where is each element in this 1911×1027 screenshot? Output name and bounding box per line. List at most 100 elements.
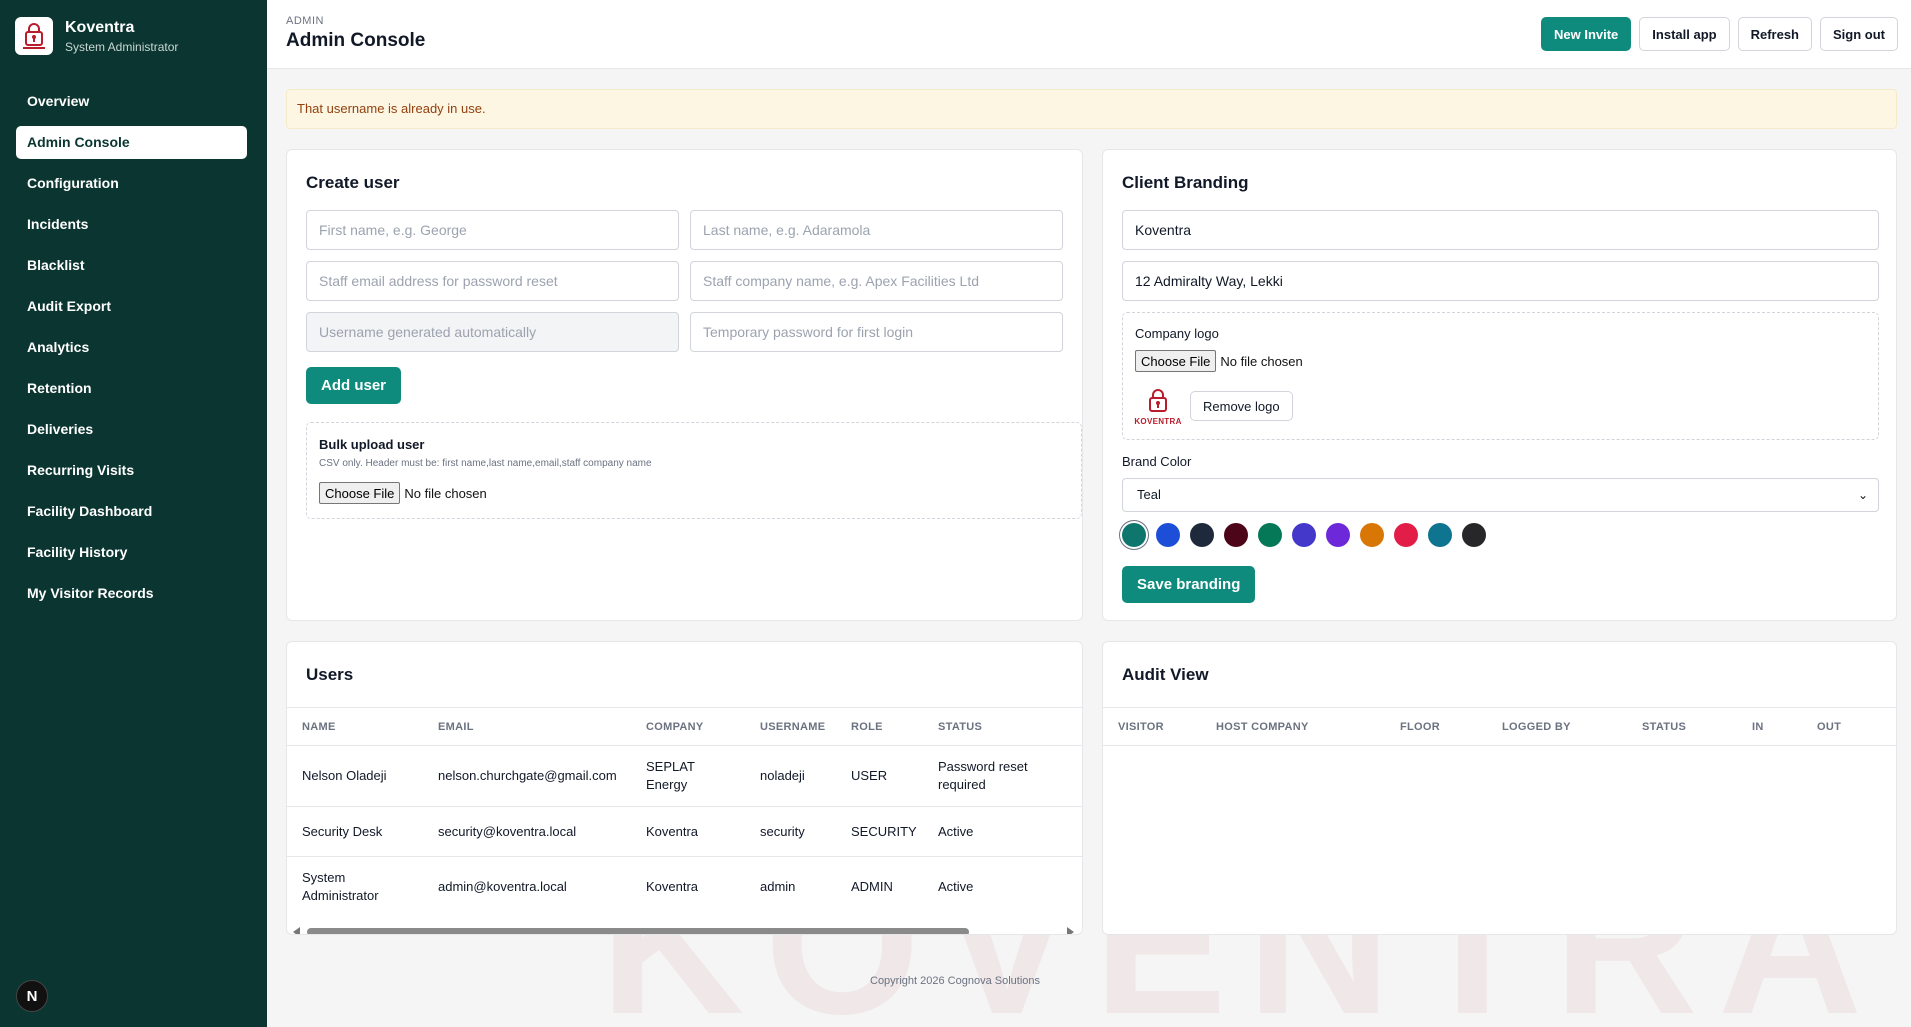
color-swatch[interactable] — [1394, 523, 1418, 547]
sidebar-item-facility-dashboard[interactable]: Facility Dashboard — [16, 495, 247, 528]
color-swatch[interactable] — [1326, 523, 1350, 547]
company-input[interactable] — [690, 261, 1063, 301]
col-status: STATUS — [1642, 707, 1752, 746]
bulk-choose-file-button[interactable]: Choose File — [319, 482, 401, 504]
brand-name: Koventra — [65, 18, 135, 36]
user-email: nelson.churchgate@gmail.com — [438, 745, 646, 807]
username-input — [306, 312, 679, 352]
sidebar-item-configuration[interactable]: Configuration — [16, 167, 247, 200]
sidebar-item-facility-history[interactable]: Facility History — [16, 536, 247, 569]
color-swatch[interactable] — [1156, 523, 1180, 547]
scroll-right-arrow-icon[interactable] — [1067, 927, 1074, 934]
user-name: Security Desk — [287, 806, 438, 857]
horizontal-scrollbar[interactable] — [293, 925, 1075, 934]
sidebar-item-audit-export[interactable]: Audit Export — [16, 290, 247, 323]
create-user-title: Create user — [306, 173, 400, 192]
bulk-file-row: Choose File No file chosen — [319, 482, 487, 504]
audit-header-row: VISITOR HOST COMPANY FLOOR LOGGED BY STA… — [1103, 707, 1896, 746]
address-input[interactable] — [1122, 261, 1879, 301]
first-name-input[interactable] — [306, 210, 679, 250]
user-role: SECURITY — [851, 806, 938, 857]
logo-choose-file-button[interactable]: Choose File — [1135, 350, 1217, 372]
remove-logo-button[interactable]: Remove logo — [1190, 391, 1293, 421]
client-branding-card: Client Branding Company logo Choose File… — [1102, 149, 1897, 621]
sidebar-item-recurring-visits[interactable]: Recurring Visits — [16, 454, 247, 487]
color-swatch[interactable] — [1428, 523, 1452, 547]
users-title: Users — [306, 665, 354, 684]
user-company: SEPLAT Energy — [646, 745, 760, 807]
brand-logo — [15, 17, 53, 55]
sidebar-item-blacklist[interactable]: Blacklist — [16, 249, 247, 282]
refresh-button[interactable]: Refresh — [1737, 17, 1812, 51]
color-swatch[interactable] — [1224, 523, 1248, 547]
company-logo-label: Company logo — [1135, 326, 1219, 341]
logo-preview: KOVENTRA — [1134, 383, 1182, 429]
users-table: NAME EMAIL COMPANY USERNAME ROLE STATUS … — [287, 707, 1082, 918]
col-in: IN — [1752, 707, 1817, 746]
user-username: security — [760, 806, 851, 857]
logo-preview-text: KOVENTRA — [1134, 416, 1182, 426]
sidebar-item-admin-console[interactable]: Admin Console — [16, 126, 247, 159]
color-swatches — [1122, 523, 1486, 547]
sidebar-item-deliveries[interactable]: Deliveries — [16, 413, 247, 446]
client-branding-title: Client Branding — [1122, 173, 1249, 192]
audit-table: VISITOR HOST COMPANY FLOOR LOGGED BY STA… — [1103, 707, 1896, 746]
bulk-upload-title: Bulk upload user — [319, 437, 425, 452]
user-company: Koventra — [646, 806, 760, 857]
breadcrumb: ADMIN — [286, 15, 324, 27]
chevron-down-icon: ⌄ — [1857, 488, 1868, 502]
col-floor: FLOOR — [1400, 707, 1502, 746]
sidebar-item-my-visitor-records[interactable]: My Visitor Records — [16, 577, 247, 610]
table-row[interactable]: Nelson Oladeji nelson.churchgate@gmail.c… — [287, 745, 1082, 807]
bulk-upload-box: Bulk upload user CSV only. Header must b… — [306, 422, 1082, 519]
brand-role: System Administrator — [65, 39, 179, 54]
color-swatch[interactable] — [1258, 523, 1282, 547]
email-input[interactable] — [306, 261, 679, 301]
color-swatch[interactable] — [1462, 523, 1486, 547]
save-branding-button[interactable]: Save branding — [1122, 566, 1256, 603]
sidebar-item-retention[interactable]: Retention — [16, 372, 247, 405]
last-name-input[interactable] — [690, 210, 1063, 250]
sidebar-item-incidents[interactable]: Incidents — [16, 208, 247, 241]
install-app-button[interactable]: Install app — [1639, 17, 1730, 51]
scroll-thumb[interactable] — [307, 928, 969, 934]
color-swatch[interactable] — [1190, 523, 1214, 547]
col-email: EMAIL — [438, 707, 646, 746]
table-row[interactable]: Security Desk security@koventra.local Ko… — [287, 806, 1082, 857]
user-email: admin@koventra.local — [438, 879, 567, 895]
sign-out-button[interactable]: Sign out — [1820, 17, 1898, 51]
bulk-upload-hint: CSV only. Header must be: first name,las… — [319, 458, 652, 469]
footer-copyright: Copyright 2026 Cognova Solutions — [870, 975, 1041, 987]
company-name-input[interactable] — [1122, 210, 1879, 250]
scroll-track[interactable] — [307, 928, 1059, 934]
user-username: noladeji — [760, 745, 851, 807]
new-invite-button[interactable]: New Invite — [1540, 17, 1632, 51]
user-status: Active — [938, 879, 974, 895]
user-role: ADMIN — [851, 879, 893, 895]
company-logo-box: Company logo Choose File No file chosen … — [1122, 312, 1879, 440]
color-swatch[interactable] — [1360, 523, 1384, 547]
color-swatch[interactable] — [1292, 523, 1316, 547]
col-username: USERNAME — [760, 707, 851, 746]
scroll-left-arrow-icon[interactable] — [293, 927, 300, 934]
create-user-card: Create user Add user Bulk upload user CS… — [286, 149, 1083, 621]
top-header: ADMIN Admin Console New Invite Install a… — [267, 0, 1911, 69]
n-badge-button[interactable]: N — [16, 980, 48, 1012]
table-row[interactable]: System Administrator admin@koventra.loca… — [287, 857, 1082, 918]
sidebar-item-overview[interactable]: Overview — [16, 85, 247, 118]
add-user-button[interactable]: Add user — [306, 367, 402, 404]
sidebar-nav: Overview Admin Console Configuration Inc… — [16, 85, 247, 618]
user-role: USER — [851, 745, 938, 807]
col-out: OUT — [1817, 707, 1896, 746]
user-status: Password reset required — [938, 745, 1082, 807]
user-company: Koventra — [646, 879, 699, 895]
brand-color-select[interactable]: Teal ⌄ — [1122, 478, 1879, 512]
col-host-company: HOST COMPANY — [1216, 707, 1400, 746]
sidebar-item-analytics[interactable]: Analytics — [16, 331, 247, 364]
audit-view-title: Audit View — [1122, 665, 1209, 684]
temp-password-input[interactable] — [690, 312, 1063, 352]
audit-view-card: Audit View VISITOR HOST COMPANY FLOOR LO… — [1102, 641, 1897, 935]
lock-logo-icon — [1149, 388, 1167, 412]
col-company: COMPANY — [646, 707, 760, 746]
color-swatch[interactable] — [1122, 523, 1146, 547]
